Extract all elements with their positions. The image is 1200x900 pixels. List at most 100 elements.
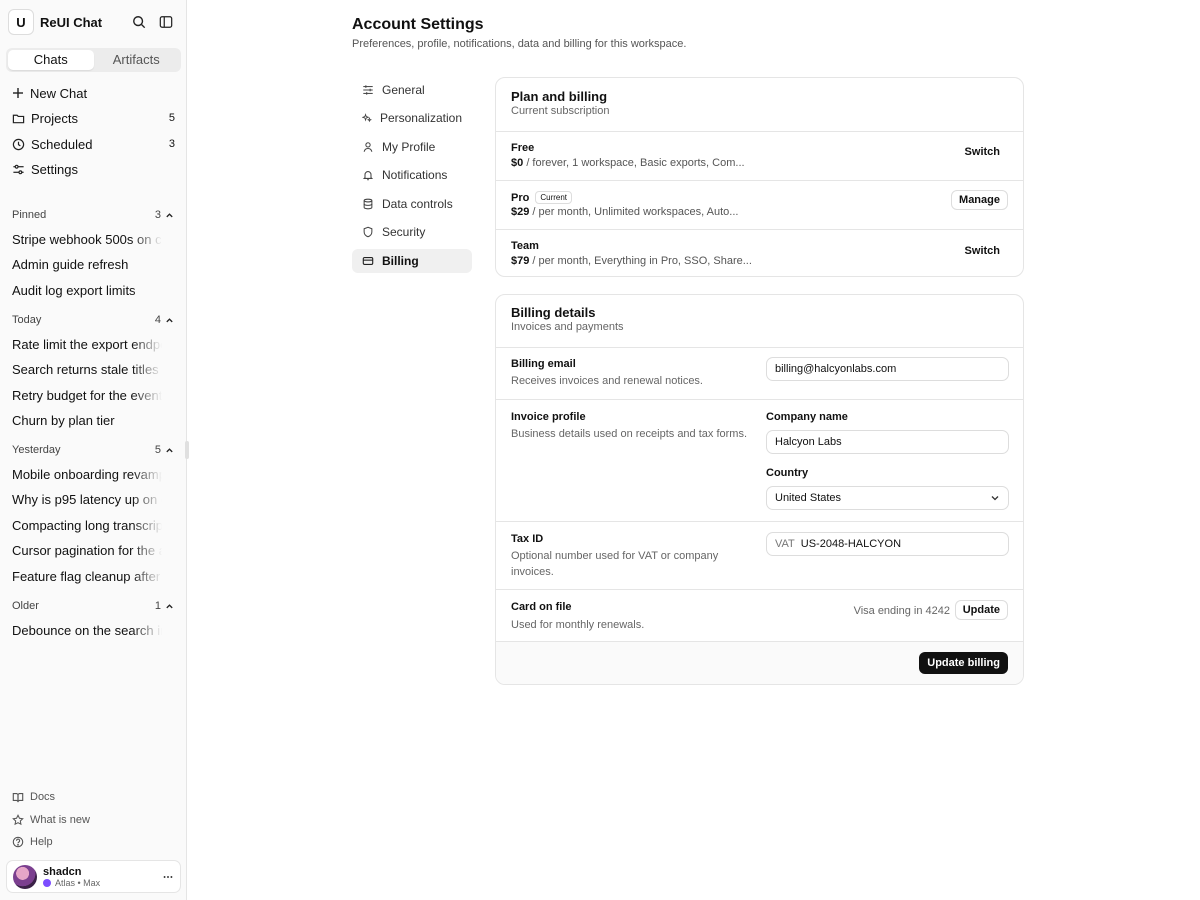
sidebar-resize-handle[interactable]: [185, 441, 189, 459]
sidebar: U ReUI Chat Chats Artifacts New Chat Pro…: [0, 0, 187, 900]
company-name-label: Company name: [766, 411, 848, 423]
chats-artifacts-toggle: Chats Artifacts: [6, 48, 181, 72]
plan-features: / per month, Everything in Pro, SSO, Sha…: [532, 255, 752, 267]
billing-email-field[interactable]: billing@halcyonlabs.com: [766, 357, 1009, 381]
group-label: Yesterday: [12, 444, 61, 456]
billing-email-value: billing@halcyonlabs.com: [775, 363, 897, 375]
card-on-file-help: Used for monthly renewals.: [511, 619, 645, 631]
settings-nav-billing[interactable]: Billing: [352, 249, 472, 273]
settings-nav-personalization[interactable]: Personalization: [352, 106, 472, 130]
settings-nav-label: Notifications: [382, 168, 448, 182]
nav-label: New Chat: [30, 85, 88, 101]
group-header-pinned[interactable]: Pinned 3: [12, 207, 174, 223]
divider: [496, 347, 1023, 348]
nav-label: Settings: [31, 161, 78, 177]
current-badge: Current: [535, 191, 573, 204]
group-count: 3: [154, 209, 161, 221]
divider: [496, 229, 1023, 230]
sliders-icon: [13, 164, 24, 174]
switch-plan-button[interactable]: Switch: [957, 143, 1008, 161]
settings-nav-profile[interactable]: My Profile: [352, 135, 472, 159]
user-plan: Atlas • Max: [55, 877, 101, 888]
settings-nav-notifications[interactable]: Notifications: [352, 163, 472, 187]
chat-item[interactable]: Cursor pagination for the audit: [12, 543, 162, 558]
tax-id-label: Tax ID: [511, 533, 544, 545]
search-icon[interactable]: [127, 10, 151, 34]
billing-email-help: Receives invoices and renewal notices.: [511, 375, 703, 387]
plan-billing-card: Plan and billing Current subscription Fr…: [495, 77, 1024, 277]
tab-chats[interactable]: Chats: [8, 50, 94, 70]
chat-item[interactable]: Stripe webhook 500s on charge: [12, 232, 162, 247]
sparkles-icon: [362, 113, 372, 123]
divider: [496, 131, 1023, 132]
divider: [496, 399, 1023, 400]
chevron-up-icon: [166, 603, 173, 608]
chat-item[interactable]: Feature flag cleanup after 3.4: [12, 569, 162, 584]
settings-nav-security[interactable]: Security: [352, 220, 472, 244]
user-menu[interactable]: shadcn Atlas • Max: [6, 860, 181, 893]
plan-name: Team: [511, 240, 539, 252]
sidebar-item-projects[interactable]: Projects 5: [6, 106, 181, 130]
switch-plan-button[interactable]: Switch: [957, 242, 1008, 260]
settings-nav-label: Personalization: [379, 111, 462, 125]
plan-desc: $0 / forever, 1 workspace, Basic exports…: [511, 157, 745, 169]
nav-count: 3: [168, 138, 175, 150]
settings-nav-label: My Profile: [382, 140, 436, 154]
book-icon: [12, 793, 24, 803]
plan-title: Pro: [511, 191, 530, 204]
group-header-older[interactable]: Older 1: [12, 598, 174, 614]
company-name-field[interactable]: Halcyon Labs: [766, 430, 1009, 454]
help-link[interactable]: Help: [12, 834, 53, 850]
chat-item[interactable]: Retry budget for the events queue: [12, 388, 162, 403]
chat-item[interactable]: Audit log export limits: [12, 283, 162, 298]
settings-nav-label: General: [382, 83, 425, 97]
invoice-profile-label: Invoice profile: [511, 411, 586, 423]
group-label: Older: [12, 600, 39, 612]
chat-item[interactable]: Rate limit the export endpoint: [12, 337, 162, 352]
chat-item[interactable]: Compacting long transcripts: [12, 518, 162, 533]
help-circle-icon: [12, 836, 24, 848]
plan-title: Free: [511, 142, 535, 154]
manage-plan-button[interactable]: Manage: [951, 190, 1008, 210]
plan-price: $79: [511, 255, 530, 267]
sidebar-toggle-icon[interactable]: [154, 10, 178, 34]
folder-icon: [12, 114, 25, 123]
update-card-button[interactable]: Update: [954, 600, 1008, 620]
update-billing-button[interactable]: Update billing: [919, 652, 1008, 674]
plus-icon: [13, 88, 23, 98]
sidebar-header: U ReUI Chat: [8, 8, 178, 36]
more-horizontal-icon[interactable]: [162, 871, 174, 883]
settings-nav-data-controls[interactable]: Data controls: [352, 192, 472, 216]
credit-card-icon: [362, 257, 374, 265]
whats-new-link[interactable]: What is new: [12, 812, 90, 828]
user-name: shadcn: [43, 865, 82, 878]
nav-label: Scheduled: [31, 136, 93, 152]
chat-item[interactable]: Why is p95 latency up on eu-west: [12, 492, 162, 507]
country-select[interactable]: United States: [766, 486, 1009, 510]
chat-item[interactable]: Admin guide refresh: [12, 257, 162, 272]
sliders-icon: [363, 85, 373, 95]
new-chat-button[interactable]: New Chat: [6, 81, 181, 105]
tab-artifacts[interactable]: Artifacts: [94, 50, 180, 70]
plan-price: $0: [511, 157, 524, 169]
billing-details-card: Billing details Invoices and payments Bi…: [495, 294, 1024, 685]
card-on-file-label: Card on file: [511, 601, 572, 613]
docs-link[interactable]: Docs: [12, 789, 55, 805]
card-info: Visa ending in 4242: [853, 605, 950, 617]
group-count: 5: [154, 444, 161, 456]
tax-id-prefix: VAT: [775, 538, 795, 550]
group-header-today[interactable]: Today 4: [12, 312, 174, 328]
divider: [496, 180, 1023, 181]
chat-item[interactable]: Search returns stale titles after: [12, 362, 162, 377]
chat-item[interactable]: Mobile onboarding revamp scope: [12, 467, 162, 482]
sidebar-item-settings[interactable]: Settings: [6, 157, 181, 181]
group-header-yesterday[interactable]: Yesterday 5: [12, 442, 174, 458]
group-count: 4: [154, 314, 161, 326]
app-logo: U: [8, 9, 34, 35]
settings-nav-general[interactable]: General: [352, 78, 472, 102]
settings-nav-label: Data controls: [382, 197, 453, 211]
tax-id-field[interactable]: VAT US-2048-HALCYON: [766, 532, 1009, 556]
chat-item[interactable]: Churn by plan tier: [12, 413, 162, 428]
chat-item[interactable]: Debounce on the search input: [12, 623, 162, 638]
sidebar-item-scheduled[interactable]: Scheduled 3: [6, 132, 181, 156]
